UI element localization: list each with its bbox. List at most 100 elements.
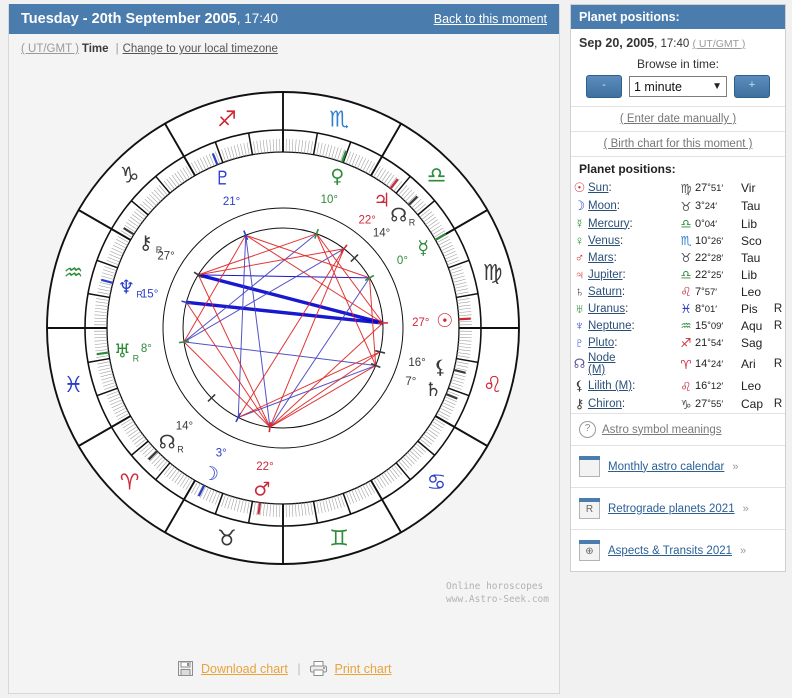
wheel-planet-degree: 0° — [397, 255, 408, 267]
watermark-line-1: Online horoscopes — [446, 581, 544, 592]
planet-degree: 21°54′ — [695, 336, 724, 349]
planet-name[interactable]: Saturn: — [588, 283, 677, 300]
planet-row: ☿ Mercury: ♎ 0°04′ Lib — [571, 215, 785, 232]
planet-row: ♄ Saturn: ♌ 7°57′ Leo — [571, 283, 785, 300]
retrograde-flag — [771, 266, 785, 283]
panel-link[interactable]: Aspects & Transits 2021 — [608, 545, 732, 557]
sign-glyph-icon: ♈ — [680, 357, 692, 372]
zodiac-sign-pisces-icon: ♓ — [64, 373, 84, 398]
zodiac-sign-scorpio-icon: ♏ — [329, 107, 349, 132]
print-chart-link[interactable]: Print chart — [335, 662, 392, 676]
planet-name[interactable]: Jupiter: — [588, 266, 677, 283]
planet-degree: 8°01′ — [695, 302, 718, 315]
planet-row: ♅ Uranus: ♓ 8°01′ Pis R — [571, 300, 785, 317]
planet-name[interactable]: Chiron: — [588, 395, 677, 413]
footer-separator: | — [297, 662, 301, 676]
planet-name[interactable]: Sun: — [588, 179, 677, 197]
zodiac-sign-sagittarius-icon: ♐ — [217, 107, 237, 132]
planet-name[interactable]: Mercury: — [588, 215, 677, 232]
planet-row: ♂ Mars: ♉ 22°28′ Tau — [571, 249, 785, 266]
sign-glyph-icon: ♎ — [680, 217, 692, 231]
browse-controls: - 1 minute ▼ + — [571, 75, 785, 106]
wheel-planet-degree: 27° — [157, 251, 174, 263]
zodiac-sign-gemini-icon: ♊ — [329, 527, 349, 552]
page-title: Tuesday - 20th September 2005, 17:40 — [21, 11, 278, 27]
panel-extra-links: Monthly astro calendar » R Retrograde plane… — [571, 445, 785, 571]
birth-chart-link[interactable]: ( Birth chart for this moment ) — [604, 138, 753, 150]
astro-seek-page: Tuesday - 20th September 2005, 17:40 Bac… — [0, 0, 792, 698]
time-increment-button[interactable]: + — [734, 75, 770, 98]
planet-glyph-icon: ♃ — [574, 267, 585, 282]
panel-title: Planet positions: — [579, 10, 680, 24]
zodiac-sign-capricorn-icon: ♑ — [120, 164, 140, 189]
wheel-planet-lilith-icon: ⚸ — [433, 357, 447, 379]
browse-in-time-label: Browse in time: — [636, 57, 720, 71]
planet-name[interactable]: Neptune: — [588, 317, 677, 334]
planet-row: ☉ Sun: ♍ 27°51′ Vir — [571, 179, 785, 197]
planet-name[interactable]: Venus: — [588, 232, 677, 249]
retrograde-flag: R — [773, 302, 783, 315]
panel-link[interactable]: Retrograde planets 2021 — [608, 503, 735, 515]
astro-symbol-meanings-row: ? Astro symbol meanings — [571, 413, 785, 445]
sign-glyph-icon: ♉ — [680, 251, 692, 265]
change-timezone-link[interactable]: Change to your local timezone — [123, 43, 278, 55]
planet-name[interactable]: Moon: — [588, 197, 677, 215]
download-chart-link[interactable]: Download chart — [201, 662, 288, 676]
panel-link[interactable]: Monthly astro calendar — [608, 461, 724, 473]
planet-glyph-icon: ☿ — [574, 216, 585, 231]
wheel-planet-pluto-icon: ♇ — [214, 168, 231, 190]
planet-sign-abbr: Tau — [741, 199, 761, 213]
panel-link-row[interactable]: R Retrograde planets 2021 » — [571, 487, 785, 529]
planet-row: ♆ Neptune: ♒ 15°09′ Aqu R — [571, 317, 785, 334]
timezone-separator: | — [115, 43, 119, 55]
planet-positions-section: Planet positions: ☉ Sun: ♍ 27°51′ Vir ☽ Moon: ♉… — [571, 156, 785, 413]
retrograde-flag — [771, 232, 785, 249]
planet-degree: 7°57′ — [695, 285, 718, 298]
planet-name[interactable]: Lilith (M): — [588, 377, 677, 395]
time-decrement-button[interactable]: - — [586, 75, 622, 98]
panel-link-row[interactable]: ⊕ Aspects & Transits 2021 » — [571, 529, 785, 571]
planet-glyph-icon: ☊ — [573, 356, 586, 371]
wheel-planet-node-icon: ☊ — [390, 205, 407, 227]
planet-name[interactable]: Node (M) — [588, 351, 677, 377]
wheel-planet-degree: 16° — [408, 357, 425, 369]
question-mark-icon: ? — [579, 421, 596, 438]
planet-sign-abbr: Tau — [741, 250, 761, 265]
planet-row: ♀ Venus: ♏ 10°26′ Sco — [571, 232, 785, 249]
wheel-planet-degree: 7° — [405, 376, 416, 388]
sign-glyph-icon: ♍ — [680, 181, 692, 196]
panel-date: Sep 20, 2005 — [579, 36, 655, 50]
wheel-planet-degree: 27° — [412, 317, 429, 329]
planet-sign-abbr: Lib — [741, 216, 758, 231]
planet-name[interactable]: Pluto: — [588, 334, 677, 351]
wheel-retrograde-flag: R — [133, 354, 140, 364]
panel-link-row[interactable]: Monthly astro calendar » — [571, 445, 785, 487]
sign-glyph-icon: ♒ — [680, 319, 692, 333]
planet-positions-title: Planet positions: — [579, 162, 676, 176]
wheel-planet-degree: 10° — [321, 194, 338, 206]
sign-glyph-icon: ♉ — [680, 199, 692, 214]
time-interval-value: 1 minute — [634, 79, 682, 94]
zodiac-sign-virgo-icon: ♍ — [483, 261, 503, 286]
sign-glyph-icon: ♌ — [680, 379, 692, 394]
sign-glyph-icon: ♏ — [680, 234, 692, 248]
planet-degree: 22°28′ — [695, 251, 724, 264]
zodiac-sign-taurus-icon: ♉ — [217, 527, 237, 552]
wheel-planet-neptune-icon: ♆ — [118, 276, 135, 298]
time-interval-select[interactable]: 1 minute ▼ — [629, 76, 727, 97]
planet-sign-abbr: Sco — [741, 233, 762, 248]
panel-header: Planet positions: — [571, 5, 785, 29]
wheel-planet-degree: 15° — [141, 289, 158, 301]
planet-name[interactable]: Mars: — [588, 249, 677, 266]
wheel-planet-degree: 21° — [223, 196, 240, 208]
planet-name[interactable]: Uranus: — [588, 300, 677, 317]
natal-chart-wheel[interactable]: ♍♎♏♐♑♒♓♈♉ ♊♋♌☉27°☿0°☊ R14°♃22°♀10°♇21°⚷ R27… — [9, 60, 561, 620]
retrograde-flag — [771, 249, 785, 266]
panel-timezone[interactable]: ( UT/GMT ) — [692, 38, 745, 50]
back-to-this-moment-link[interactable]: Back to this moment — [434, 12, 547, 26]
zodiac-sign-cancer-icon: ♋ — [427, 470, 447, 495]
astro-symbol-meanings-link[interactable]: Astro symbol meanings — [602, 424, 722, 436]
sign-glyph-icon: ♑ — [680, 397, 692, 412]
enter-date-manually-link[interactable]: ( Enter date manually ) — [620, 113, 736, 125]
chart-header-bar: Tuesday - 20th September 2005, 17:40 Bac… — [9, 4, 559, 34]
